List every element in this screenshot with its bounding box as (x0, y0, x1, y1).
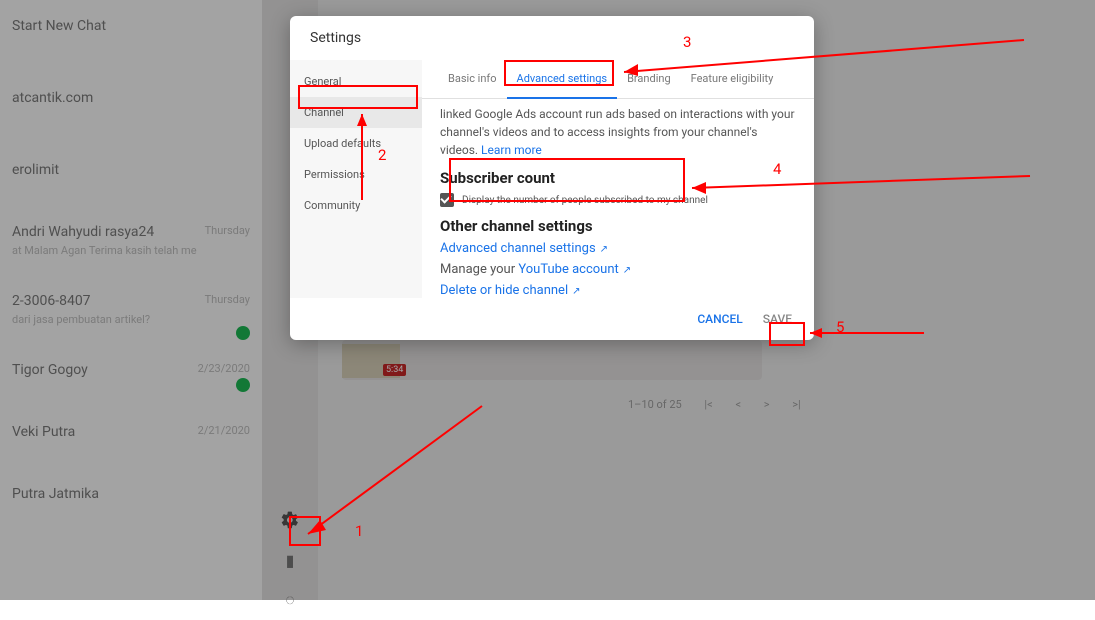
tab-basic-info[interactable]: Basic info (438, 60, 507, 98)
manage-youtube-account-link[interactable]: Manage your YouTube account↗ (440, 262, 796, 277)
settings-modal: Settings General Channel Upload defaults… (290, 16, 814, 340)
annotation-number: 4 (773, 160, 781, 178)
annotation-number: 5 (836, 318, 844, 336)
tab-feature-eligibility[interactable]: Feature eligibility (681, 60, 784, 98)
tab-advanced-settings[interactable]: Advanced settings (507, 60, 618, 99)
annotation-number: 2 (378, 146, 386, 164)
external-link-icon: ↗ (572, 286, 580, 297)
modal-title: Settings (290, 16, 814, 60)
subscriber-count-heading: Subscriber count (440, 169, 796, 187)
sidebar-item-upload-defaults[interactable]: Upload defaults (290, 128, 422, 159)
external-link-icon: ↗ (600, 244, 608, 255)
settings-sidebar: General Channel Upload defaults Permissi… (290, 60, 422, 298)
ads-description: linked Google Ads account run ads based … (440, 105, 796, 159)
other-settings-heading: Other channel settings (440, 217, 796, 235)
learn-more-link[interactable]: Learn more (481, 143, 542, 157)
sidebar-item-channel[interactable]: Channel (290, 97, 422, 128)
cancel-button[interactable]: CANCEL (695, 308, 744, 330)
annotation-number: 3 (683, 33, 691, 51)
save-button[interactable]: SAVE (761, 308, 794, 330)
delete-hide-channel-link[interactable]: Delete or hide channel↗ (440, 283, 796, 298)
sidebar-item-permissions[interactable]: Permissions (290, 159, 422, 190)
display-subscriber-count-checkbox[interactable]: Display the number of people subscribed … (440, 193, 796, 207)
tab-branding[interactable]: Branding (617, 60, 681, 98)
sidebar-item-general[interactable]: General (290, 66, 422, 97)
annotation-number: 1 (355, 522, 363, 540)
advanced-channel-settings-link[interactable]: Advanced channel settings↗ (440, 241, 796, 256)
external-link-icon: ↗ (623, 265, 631, 276)
checkbox-label: Display the number of people subscribed … (462, 195, 708, 206)
settings-tabs: Basic info Advanced settings Branding Fe… (422, 60, 814, 99)
sidebar-item-community[interactable]: Community (290, 190, 422, 221)
checkbox-checked-icon (440, 193, 454, 207)
